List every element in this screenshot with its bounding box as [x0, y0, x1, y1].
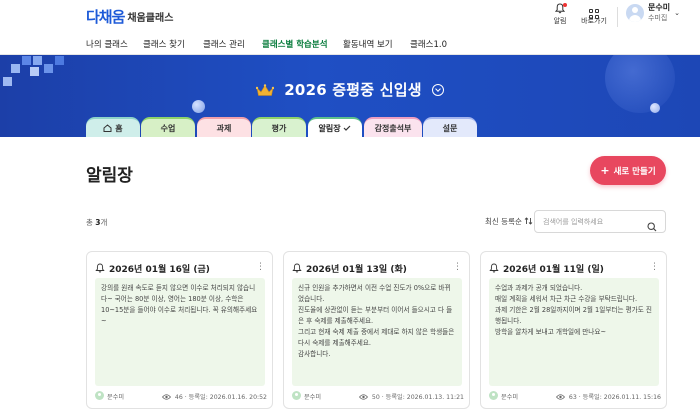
card-author: 문수미 [107, 394, 125, 401]
card-content: 강의를 원래 속도로 듣지 않으면 이수로 처리되지 않습니다~ 국어는 80분… [95, 278, 265, 386]
decor-square [30, 67, 39, 76]
chevron-down-circle-icon[interactable] [432, 84, 445, 96]
tab-emotion-attendance[interactable]: 감정출석부 [364, 117, 422, 137]
class-tabs: 홈 수업 과제 평가 알림장 감정출석부 설문 [0, 117, 700, 138]
avatar [626, 4, 645, 22]
class-title[interactable]: 2026 증평중 신입생 [0, 79, 700, 101]
card-content: 수업과 과제가 공개 되었습니다. 매일 계획을 세워서 차근 차근 수강을 부… [489, 278, 659, 386]
user-menu[interactable]: 문수미 수미집 ⌄ [626, 3, 680, 23]
notice-card[interactable]: 2026년 01월 16일 (금) ⋮ 강의를 원래 속도로 듣지 않으면 이수… [86, 251, 273, 409]
card-date: 2026년 01월 16일 (금) [109, 264, 210, 275]
tab-label: 설문 [442, 124, 458, 133]
tab-lesson[interactable]: 수업 [141, 117, 195, 137]
registered-date: 등록일: 2026.01.13. 11:21 [385, 394, 464, 401]
notification-dot [563, 3, 568, 7]
user-role: 수미집 [648, 14, 668, 22]
nav-activity-history[interactable]: 활동내역 보기 [343, 38, 393, 50]
author-avatar [292, 391, 301, 400]
more-options-icon[interactable]: ⋮ [256, 262, 265, 272]
tab-label: 알림장 [318, 124, 341, 133]
bell-icon [489, 263, 499, 273]
decor-square [22, 56, 31, 65]
tab-assignment[interactable]: 과제 [197, 117, 251, 137]
decor-orb [650, 103, 660, 113]
notice-card[interactable]: 2026년 01월 13일 (화) ⋮ 신규 인원을 추가하면서 이전 수업 진… [283, 251, 470, 409]
header-actions: 알림 바로가기 문수미 수미집 ⌄ [545, 3, 700, 31]
new-note-button[interactable]: + 새로 만들기 [590, 156, 666, 185]
header-divider [617, 7, 619, 27]
card-author: 문수미 [501, 394, 519, 401]
nav-find-class[interactable]: 클래스 찾기 [143, 38, 185, 50]
decor-square [44, 64, 53, 73]
view-count: 63 [568, 394, 577, 401]
user-name: 문수미 [648, 3, 671, 12]
chevron-down-icon: ⌄ [674, 9, 680, 17]
nav-my-class[interactable]: 나의 클래스 [86, 38, 128, 50]
tab-label: 평가 [271, 124, 287, 133]
class-title-text: 2026 증평중 신입생 [284, 81, 422, 99]
home-icon [103, 124, 115, 133]
logo-mark: 다채움 [86, 7, 125, 26]
view-count: 50 [371, 394, 380, 401]
nav-class-manage[interactable]: 클래스 관리 [203, 38, 245, 50]
card-footer: 문수미 50 · 등록일: 2026.01.13. 11:21 [292, 390, 464, 402]
decor-square [33, 56, 42, 65]
tab-label: 수업 [160, 124, 176, 133]
logo[interactable]: 다채움 채움클래스 [86, 5, 173, 27]
logo-text: 채움클래스 [127, 12, 174, 24]
view-count: 46 [174, 394, 183, 401]
eye-icon [555, 394, 565, 400]
registered-date: 등록일: 2026.01.16. 20:52 [188, 394, 267, 401]
tab-label: 홈 [115, 124, 123, 133]
page-title: 알림장 [86, 166, 133, 186]
card-footer: 문수미 46 · 등록일: 2026.01.16. 20:52 [95, 390, 267, 402]
more-options-icon[interactable]: ⋮ [453, 262, 462, 272]
check-icon [343, 124, 351, 133]
card-author: 문수미 [304, 394, 322, 401]
eye-icon [161, 394, 171, 400]
sort-dropdown[interactable]: 최신 등록순 [485, 216, 533, 227]
decor-orb [192, 100, 205, 113]
plus-icon: + [600, 164, 610, 177]
new-note-label: 새로 만들기 [613, 166, 656, 177]
more-options-icon[interactable]: ⋮ [650, 262, 659, 272]
card-content: 신규 인원을 추가하면서 이전 수업 진도가 0%으로 바뀌었습니다. 진도율에… [292, 278, 462, 386]
main-nav: 나의 클래스 클래스 찾기 클래스 관리 클래스별 학습분석 활동내역 보기 클… [0, 33, 700, 55]
tab-label: 과제 [216, 124, 232, 133]
sort-arrows-icon [524, 217, 533, 226]
author-avatar [489, 391, 498, 400]
decor-square [11, 64, 20, 73]
bell-icon [292, 263, 302, 273]
bell-icon [95, 263, 105, 273]
tab-notice[interactable]: 알림장 [308, 117, 362, 138]
tab-evaluation[interactable]: 평가 [252, 117, 306, 137]
tab-label: 감정출석부 [374, 124, 412, 133]
search-icon[interactable] [647, 217, 657, 232]
author-avatar [95, 391, 104, 400]
eye-icon [358, 394, 368, 400]
notice-card[interactable]: 2026년 01월 11일 (일) ⋮ 수업과 과제가 공개 되었습니다. 매일… [480, 251, 667, 409]
item-count: 총 3개 [86, 218, 108, 227]
card-footer: 문수미 63 · 등록일: 2026.01.11. 15:16 [489, 390, 661, 402]
top-header: 다채움 채움클래스 알림 바로가기 문수미 수미집 ⌄ [0, 0, 700, 33]
search-input[interactable] [543, 216, 643, 228]
grid-icon [579, 3, 609, 19]
tab-home[interactable]: 홈 [86, 117, 140, 137]
card-date: 2026년 01월 13일 (화) [306, 264, 407, 275]
sort-label: 최신 등록순 [485, 217, 522, 226]
bell-icon [545, 3, 575, 16]
nav-learning-analysis[interactable]: 클래스별 학습분석 [262, 38, 328, 50]
tab-survey[interactable]: 설문 [423, 117, 477, 137]
crown-icon [255, 83, 275, 101]
registered-date: 등록일: 2026.01.11. 15:16 [582, 394, 661, 401]
nav-class-1-0[interactable]: 클래스1.0 [410, 38, 447, 50]
decor-square [55, 56, 64, 65]
notification-label: 알림 [553, 17, 567, 25]
shortcut-button[interactable]: 바로가기 [579, 3, 609, 26]
card-date: 2026년 01월 11일 (일) [503, 264, 604, 275]
notification-button[interactable]: 알림 [545, 3, 575, 26]
search-box[interactable] [534, 210, 666, 233]
